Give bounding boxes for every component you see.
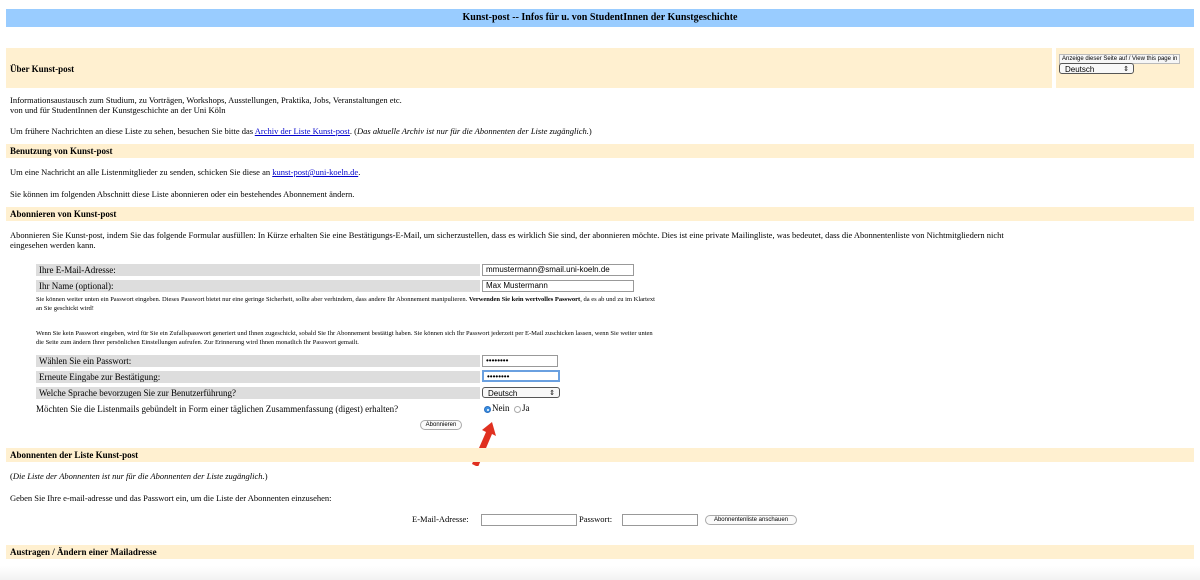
- subscribers-password-label: Passwort:: [579, 514, 613, 524]
- archive-prefix: Um frühere Nachrichten an diese Liste zu…: [10, 126, 255, 136]
- archive-paragraph: Um frühere Nachrichten an diese Liste zu…: [10, 126, 592, 136]
- password-field[interactable]: ••••••••: [482, 355, 558, 367]
- password-note-2b: die Seite zum ändern Ihrer persönlichen …: [36, 339, 359, 346]
- email-label: Ihre E-Mail-Adresse:: [36, 264, 480, 276]
- password-label: Wählen Sie ein Passwort:: [36, 355, 480, 367]
- subscribers-email-label: E-Mail-Adresse:: [412, 514, 469, 524]
- bottom-fade: [0, 566, 1200, 580]
- password-note-1c: , da es ab und zu im Klartext: [580, 296, 655, 303]
- about-section-band: Über Kunst-post: [6, 48, 1052, 88]
- subscribers-instruction: Geben Sie Ihre e-mail-adresse und das Pa…: [10, 493, 332, 503]
- language-pref-value: Deutsch: [488, 389, 518, 398]
- password-note-1: Sie können weiter unten ein Passwort ein…: [36, 296, 655, 304]
- digest-no-label: Nein: [492, 403, 510, 413]
- about-heading: Über Kunst-post: [10, 64, 75, 74]
- digest-yes-label: Ja: [522, 403, 530, 413]
- subscribers-email-field[interactable]: [481, 514, 577, 526]
- view-subscribers-button[interactable]: Abonnentenliste anschauen: [705, 515, 797, 525]
- subscribe-section-band: Abonnieren von Kunst-post: [6, 207, 1194, 221]
- subscribe-button[interactable]: Abonnieren: [420, 420, 462, 430]
- send-paragraph: Um eine Nachricht an alle Listenmitglied…: [10, 167, 360, 177]
- password-note-2a: Wenn Sie kein Passwort eingeben, wird fü…: [36, 330, 653, 337]
- page-language-value: Deutsch: [1065, 65, 1095, 74]
- subscribers-note-line: (Die Liste der Abonnenten ist nur für di…: [10, 471, 268, 481]
- subscribers-password-field[interactable]: [622, 514, 698, 526]
- subscribers-section-band: Abonnenten der Liste Kunst-post: [6, 448, 1194, 462]
- digest-no-radio[interactable]: [484, 406, 491, 413]
- subscribe-intro-line2: eingesehen werden kann.: [10, 240, 96, 250]
- page-language-select[interactable]: Deutsch ⇕: [1059, 63, 1134, 74]
- password-confirm-label: Erneute Eingabe zur Bestätigung:: [36, 371, 480, 383]
- language-pref-select[interactable]: Deutsch ⇕: [482, 387, 560, 398]
- list-email-link[interactable]: kunst-post@uni-koeln.de: [272, 167, 358, 177]
- password-note-1a: Sie können weiter unten ein Passwort ein…: [36, 296, 469, 303]
- name-field[interactable]: Max Mustermann: [482, 280, 634, 292]
- about-desc-line2: von und für StudentInnen der Kunstgeschi…: [10, 105, 226, 115]
- send-suffix: .: [358, 167, 361, 177]
- digest-label: Möchten Sie die Listenmails gebündelt in…: [36, 404, 399, 414]
- unsubscribe-section-band: Austragen / Ändern einer Mailadresse: [6, 545, 1194, 559]
- unsubscribe-heading: Austragen / Ändern einer Mailadresse: [10, 547, 157, 557]
- subscribers-heading: Abonnenten der Liste Kunst-post: [10, 450, 139, 460]
- password-warning: Verwenden Sie kein wertvolles Passwort: [468, 296, 581, 303]
- password-confirm-field[interactable]: ••••••••: [482, 370, 560, 382]
- language-pref-label: Welche Sprache bevorzugen Sie zur Benutz…: [36, 387, 480, 399]
- archive-link[interactable]: Archiv der Liste Kunst-post: [255, 126, 350, 136]
- subscribe-heading: Abonnieren von Kunst-post: [10, 209, 117, 219]
- name-label: Ihr Name (optional):: [36, 280, 480, 292]
- about-desc-line1: Informationsaustausch zum Studium, zu Vo…: [10, 95, 402, 105]
- select-arrows-icon: ⇕: [1123, 66, 1129, 73]
- email-field[interactable]: mmustermann@smail.uni-koeln.de: [482, 264, 634, 276]
- page-title: Kunst-post -- Infos für u. von StudentIn…: [6, 9, 1194, 27]
- select-arrows-icon: ⇕: [549, 390, 555, 397]
- language-selector-box: Anzeige dieser Seite auf / View this pag…: [1056, 48, 1194, 88]
- archive-end: ): [588, 126, 592, 136]
- manage-text: Sie können im folgenden Abschnitt diese …: [10, 189, 355, 199]
- subscribe-intro-line1: Abonnieren Sie Kunst-post, indem Sie das…: [10, 230, 1004, 240]
- send-prefix: Um eine Nachricht an alle Listenmitglied…: [10, 167, 273, 177]
- usage-heading: Benutzung von Kunst-post: [10, 146, 113, 156]
- subscribers-note: Die Liste der Abonnenten ist nur für die…: [12, 471, 265, 481]
- digest-yes-radio[interactable]: [514, 406, 521, 413]
- archive-suffix: . (: [349, 126, 357, 136]
- usage-section-band: Benutzung von Kunst-post: [6, 144, 1194, 158]
- password-note-1d: an Sie geschickt wird!: [36, 305, 94, 312]
- archive-note: Das aktuelle Archiv ist nur für die Abon…: [357, 126, 589, 136]
